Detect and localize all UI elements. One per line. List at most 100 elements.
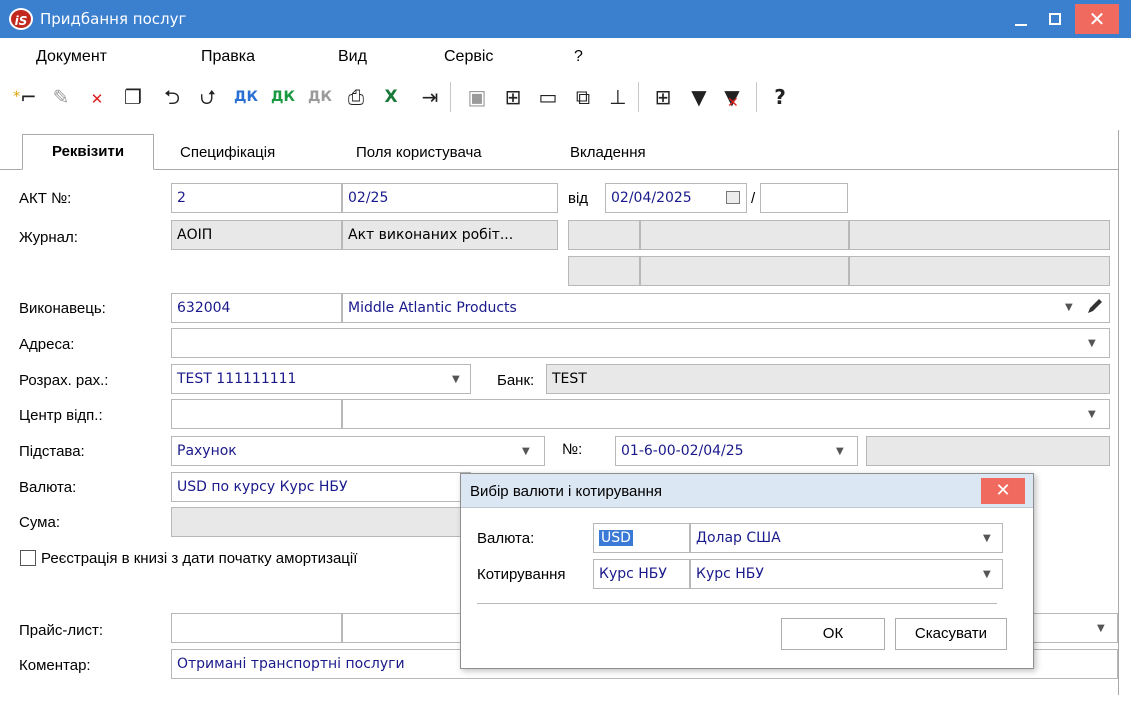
menu-bar: Документ Правка Вид Сервіс ? <box>0 38 1131 74</box>
journal-name-field: Акт виконаних робіт... <box>342 220 558 250</box>
frame-border <box>1118 130 1119 695</box>
akt-code-field[interactable]: 02/25 <box>342 183 558 213</box>
dialog-currency-dropdown-icon[interactable]: ▼ <box>983 533 991 544</box>
copy-doc-icon[interactable]: ❐ <box>118 82 148 112</box>
menu-document[interactable]: Документ <box>36 48 107 66</box>
dk-green-icon[interactable]: ДК <box>268 82 298 112</box>
title-bar: iS Придбання послуг ✕ <box>0 0 1131 38</box>
center-name-field[interactable] <box>342 399 1110 429</box>
new-doc-icon[interactable]: *⌐ <box>10 82 40 112</box>
journal-extra-5 <box>640 256 849 286</box>
price-list-label: Прайс-лист: <box>19 622 104 639</box>
basis-dropdown-icon[interactable]: ▼ <box>522 446 530 457</box>
dialog-close-button[interactable]: ✕ <box>981 478 1025 504</box>
app-logo-icon: iS <box>9 8 33 30</box>
executor-label: Виконавець: <box>19 300 106 317</box>
sum-label: Сума: <box>19 514 60 531</box>
account-dropdown-icon[interactable]: ▼ <box>452 374 460 385</box>
akt-extra-field[interactable] <box>760 183 848 213</box>
import-icon[interactable]: ⮌ <box>157 82 187 112</box>
journal-extra-3 <box>849 220 1110 250</box>
executor-dropdown-icon[interactable]: ▼ <box>1065 302 1073 313</box>
window-title: Придбання послуг <box>40 10 187 28</box>
book-icon[interactable]: ⊞ <box>498 82 528 112</box>
akt-slash: / <box>751 190 756 207</box>
journal-label: Журнал: <box>19 229 78 246</box>
dk-gray-icon[interactable]: ДК <box>305 82 335 112</box>
menu-service[interactable]: Сервіс <box>444 48 493 66</box>
tab-requisites[interactable]: Реквізити <box>22 134 154 170</box>
excel-icon[interactable]: X <box>376 82 406 112</box>
journal-extra-1 <box>568 220 640 250</box>
tab-attachments[interactable]: Вкладення <box>570 144 646 161</box>
journal-code-field: АОІП <box>171 220 342 250</box>
dialog-quote-name-field[interactable]: Курс НБУ <box>690 559 1003 589</box>
menu-view[interactable]: Вид <box>338 48 367 66</box>
delete-doc-icon[interactable]: ✕ <box>82 82 112 112</box>
tab-underline <box>0 169 1119 170</box>
clear-filter-icon[interactable]: ▼ ✕ <box>717 82 747 112</box>
tab-user-fields[interactable]: Поля користувача <box>356 144 482 161</box>
dialog-quote-dropdown-icon[interactable]: ▼ <box>983 569 991 580</box>
journal-extra-6 <box>849 256 1110 286</box>
toolbar: *⌐ ✎ ✕ ❐ ⮌ ⮍ ДК ДК ДК ⎙ X ⇥ ▣ ⊞ ▭ ⧉ ⊥ ⊞ … <box>0 74 1131 122</box>
menu-help[interactable]: ? <box>574 48 583 66</box>
dialog-quote-label: Котирування <box>477 566 566 583</box>
exit-icon[interactable]: ⇥ <box>415 82 445 112</box>
tab-specification[interactable]: Специфікація <box>180 144 275 161</box>
folder-icon[interactable]: ▭ <box>533 82 563 112</box>
calendar-icon[interactable] <box>726 191 740 204</box>
dialog-currency-code-field[interactable]: USD <box>593 523 690 553</box>
minimize-button[interactable] <box>1002 4 1040 34</box>
account-label: Розрах. рах.: <box>19 372 109 389</box>
currency-field[interactable]: USD по курсу Курс НБУ <box>171 472 471 502</box>
akt-date-value: 02/04/2025 <box>611 190 692 206</box>
account-field[interactable]: TEST 111111111 <box>171 364 471 394</box>
basis-no-dropdown-icon[interactable]: ▼ <box>836 446 844 457</box>
export-icon[interactable]: ⮍ <box>193 82 223 112</box>
currency-dialog: Вибір валюти і котирування ✕ Валюта: USD… <box>460 473 1034 669</box>
akt-date-label: від <box>568 190 589 207</box>
currency-label: Валюта: <box>19 479 77 496</box>
center-label: Центр відп.: <box>19 407 103 424</box>
maximize-button[interactable] <box>1036 4 1074 34</box>
save-icon[interactable]: ▣ <box>462 82 492 112</box>
link-icon[interactable]: ⧉ <box>568 82 598 112</box>
basis-field[interactable]: Рахунок <box>171 436 545 466</box>
dialog-separator <box>477 603 997 604</box>
dk-icon[interactable]: ДК <box>231 82 261 112</box>
basis-no-field[interactable]: 01-6-00-02/04/25 <box>615 436 858 466</box>
journal-extra-2 <box>640 220 849 250</box>
center-code-field[interactable] <box>171 399 342 429</box>
dialog-quote-code-field[interactable]: Курс НБУ <box>593 559 690 589</box>
print-icon[interactable]: ⎙ <box>341 82 371 112</box>
minimize-icon <box>1015 24 1027 26</box>
address-dropdown-icon[interactable]: ▼ <box>1088 338 1096 349</box>
dialog-currency-name-field[interactable]: Долар США <box>690 523 1003 553</box>
comment-label: Коментар: <box>19 657 91 674</box>
menu-edit[interactable]: Правка <box>201 48 255 66</box>
toolbar-separator <box>756 82 757 112</box>
executor-name-field[interactable]: Middle Atlantic Products <box>342 293 1110 323</box>
journal-extra-4 <box>568 256 640 286</box>
ok-button[interactable]: ОК <box>781 618 885 650</box>
address-field[interactable] <box>171 328 1110 358</box>
executor-code-field[interactable]: 632004 <box>171 293 342 323</box>
grid-icon[interactable]: ⊞ <box>648 82 678 112</box>
tree-icon[interactable]: ⊥ <box>603 82 633 112</box>
dialog-currency-label: Валюта: <box>477 530 535 547</box>
price-list-dropdown-icon[interactable]: ▼ <box>1097 623 1105 634</box>
help-icon[interactable]: ? <box>765 82 795 112</box>
price-list-code-field[interactable] <box>171 613 342 643</box>
dialog-title: Вибір валюти і котирування <box>470 483 663 500</box>
filter-icon[interactable]: ▼ <box>684 82 714 112</box>
registration-checkbox[interactable] <box>20 550 36 566</box>
bank-field: TEST <box>546 364 1110 394</box>
akt-number-field[interactable]: 2 <box>171 183 342 213</box>
edit-pencil-icon[interactable] <box>1085 296 1105 316</box>
center-dropdown-icon[interactable]: ▼ <box>1088 409 1096 420</box>
cancel-button[interactable]: Скасувати <box>895 618 1007 650</box>
edit-doc-icon[interactable]: ✎ <box>46 82 76 112</box>
close-button[interactable]: ✕ <box>1075 4 1119 34</box>
bank-label: Банк: <box>497 372 535 389</box>
